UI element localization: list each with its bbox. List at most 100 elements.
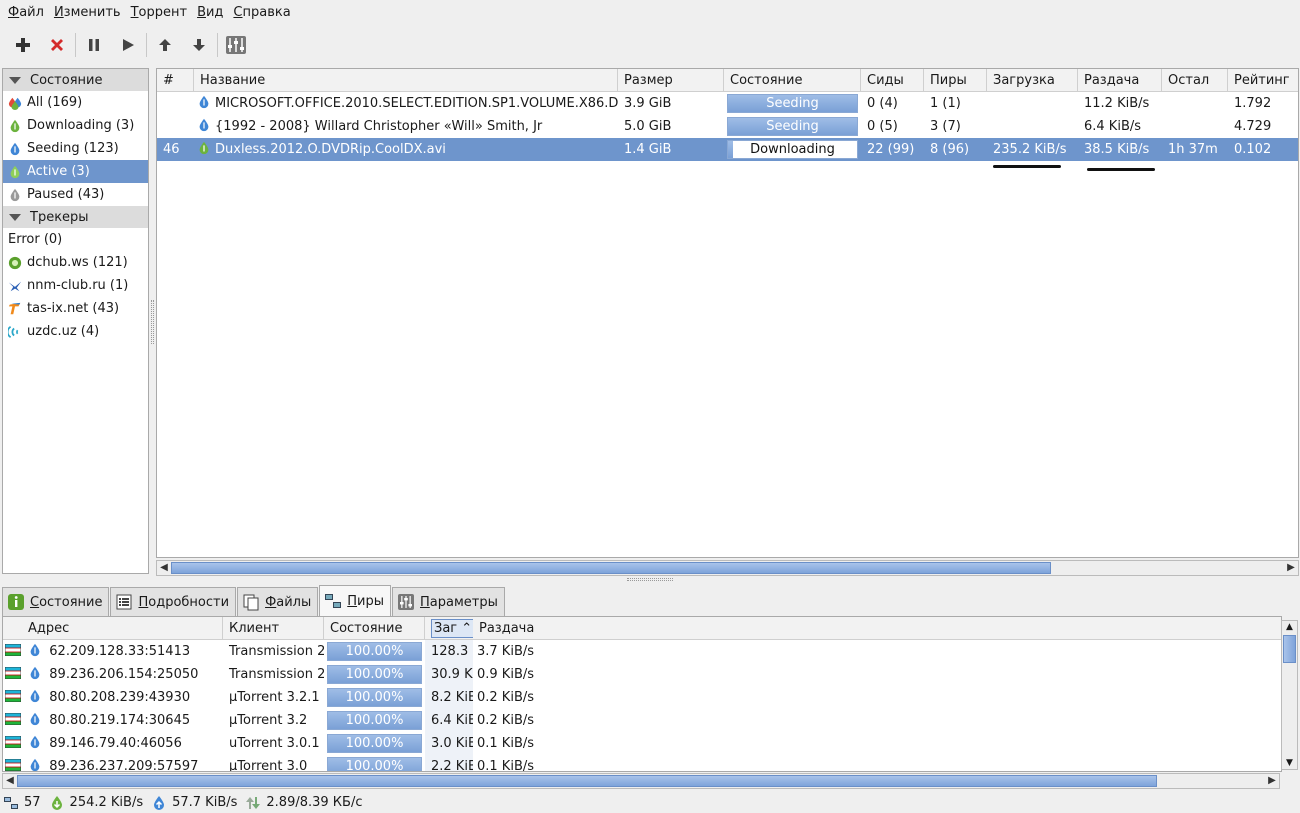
torrent-row[interactable]: {1992 - 2008} Willard Christopher «Will»… <box>157 115 1298 138</box>
column-header-5[interactable]: Пиры <box>924 69 987 92</box>
state-filter-3[interactable]: Active (3) <box>3 160 148 183</box>
state-filter-1[interactable]: Downloading (3) <box>3 114 148 137</box>
tracker-filter-1[interactable]: dchub.ws (121) <box>3 251 148 274</box>
menu-item-1[interactable]: Изменить <box>49 5 126 20</box>
peers-list: Адрес Клиент Состояние Заг ⌃ Раздача 62.209.… <box>2 616 1282 772</box>
column-header-9[interactable]: Рейтинг <box>1228 69 1298 92</box>
seeding-icon <box>197 117 211 132</box>
menu-mnemonic: Т <box>130 5 139 20</box>
peers-vscrollbar[interactable]: ▲ ▼ <box>1281 620 1298 770</box>
queue-down-button[interactable] <box>182 29 216 61</box>
tab-0[interactable]: Состояние <box>2 587 110 616</box>
torrent-download-speed: 235.2 KiB/s <box>993 142 1067 157</box>
resume-button[interactable] <box>111 29 145 61</box>
scroll-right-icon[interactable]: ▶ <box>1265 774 1279 788</box>
peer-row[interactable]: 89.146.79.40:46056 uTorrent 3.0.1 100.00% 3… <box>3 732 1281 755</box>
peer-progress-text: 100.00% <box>345 713 404 728</box>
scroll-left-icon[interactable]: ◀ <box>157 561 171 575</box>
tracker-filter-0[interactable]: Error (0) <box>3 228 148 251</box>
column-header-0[interactable]: # <box>157 69 194 92</box>
tracker-filter-3[interactable]: tas-ix.net (43) <box>3 297 148 320</box>
column-header-7[interactable]: Раздача <box>1078 69 1162 92</box>
column-header-8[interactable]: Остал <box>1162 69 1228 92</box>
preferences-button[interactable] <box>219 29 253 61</box>
tab-label-rest: остояние <box>39 594 103 610</box>
scrollbar-thumb[interactable] <box>171 562 1051 574</box>
menu-item-4[interactable]: Справка <box>228 5 295 20</box>
arrow-down-icon <box>193 39 205 51</box>
torrent-list-hscrollbar[interactable]: ◀ ▶ <box>156 560 1299 576</box>
state-filter-4[interactable]: Paused (43) <box>3 183 148 206</box>
scroll-left-icon[interactable]: ◀ <box>3 774 17 788</box>
remove-torrent-button[interactable] <box>40 29 74 61</box>
tab-4[interactable]: Параметры <box>392 587 505 616</box>
peer-column-header-3[interactable]: Заг ⌃ <box>425 617 473 640</box>
status-protocol-traffic[interactable]: 2.89/8.39 КБ/с <box>245 795 362 811</box>
torrent-row[interactable]: MICROSOFT.OFFICE.2010.SELECT.EDITION.SP1… <box>157 92 1298 115</box>
torrent-progress-bar: Downloading 4.17% <box>727 140 858 159</box>
upload-speed-icon <box>154 795 165 810</box>
peer-row[interactable]: 89.236.206.154:25050 Transmission 2 100.00… <box>3 663 1281 686</box>
active-icon <box>8 165 22 179</box>
scroll-down-icon[interactable]: ▼ <box>1282 757 1297 769</box>
tracker-filter-2[interactable]: nnm-club.ru (1) <box>3 274 148 297</box>
peer-row[interactable]: 80.80.219.174:30645 µTorrent 3.2 100.00% 6.… <box>3 709 1281 732</box>
tracker-filter-4[interactable]: uzdc.uz (4) <box>3 320 148 343</box>
torrent-name: {1992 - 2008} Willard Christopher «Will»… <box>215 119 543 134</box>
details-tabs: Состояние Подробности Файлы Пиры Параметры <box>2 585 506 616</box>
vertical-splitter-handle[interactable] <box>151 300 154 344</box>
peer-column-header-4[interactable]: Раздача <box>473 617 593 640</box>
peer-row[interactable]: 89.236.237.209:57597 µTorrent 3.0 100.00% 2… <box>3 755 1281 771</box>
scroll-right-icon[interactable]: ▶ <box>1284 561 1298 575</box>
add-torrent-button[interactable] <box>6 29 40 61</box>
peer-column-header-2[interactable]: Состояние <box>324 617 425 640</box>
trackers-section-header[interactable]: Трекеры <box>3 206 148 228</box>
torrent-seeds: 0 (4) <box>867 96 898 111</box>
peer-download-speed: 128.3 k <box>425 640 473 663</box>
peer-row[interactable]: 80.80.208.239:43930 µTorrent 3.2.1 100.00%… <box>3 686 1281 709</box>
peer-row[interactable]: 62.209.128.33:51413 Transmission 2 100.00%… <box>3 640 1281 663</box>
horizontal-splitter-handle[interactable] <box>627 578 673 581</box>
torrent-row[interactable]: 46 Duxless.2012.O.DVDRip.CoolDX.avi 1.4 Gi… <box>157 138 1298 161</box>
uzbekistan-flag-icon <box>4 712 22 726</box>
status-download[interactable]: 254.2 KiB/s <box>49 795 143 811</box>
column-header-6[interactable]: Загрузка <box>987 69 1078 92</box>
tracker-filter-label: Error (0) <box>8 232 63 247</box>
peer-client: uTorrent 3.0.1 <box>229 736 320 751</box>
column-header-1[interactable]: Название <box>194 69 618 92</box>
tab-1[interactable]: Подробности <box>110 587 237 616</box>
queue-up-button[interactable] <box>148 29 182 61</box>
paused-icon <box>8 188 22 202</box>
menu-item-0[interactable]: Файл <box>3 5 49 20</box>
status-connections[interactable]: 57 <box>3 795 41 811</box>
peer-column-header-0[interactable]: Адрес <box>3 617 223 640</box>
scrollbar-thumb[interactable] <box>17 775 1157 787</box>
column-header-2[interactable]: Размер <box>618 69 724 92</box>
menu-item-3[interactable]: Вид <box>192 5 228 20</box>
tab-2[interactable]: Файлы <box>237 587 319 616</box>
column-header-3[interactable]: Состояние <box>724 69 861 92</box>
status-upload[interactable]: 57.7 KiB/s <box>151 795 237 811</box>
state-section-header[interactable]: Состояние <box>3 69 148 91</box>
scroll-up-icon[interactable]: ▲ <box>1282 621 1297 633</box>
scrollbar-thumb[interactable] <box>1283 635 1296 663</box>
peer-address-cell: 80.80.208.239:43930 <box>3 686 223 709</box>
peer-client: Transmission 2 <box>229 667 324 682</box>
torrent-progress-bar: Seeding <box>727 117 858 136</box>
state-filter-0[interactable]: All (169) <box>3 91 148 114</box>
peer-progress-bar: 100.00% <box>327 665 422 684</box>
peers-list-header: Адрес Клиент Состояние Заг ⌃ Раздача <box>3 617 1281 640</box>
torrent-queue-number: 46 <box>163 142 180 157</box>
peers-hscrollbar[interactable]: ◀ ▶ <box>2 773 1280 789</box>
peer-address: 62.209.128.33:51413 <box>49 644 191 659</box>
torrent-upload-speed: 38.5 KiB/s <box>1084 142 1150 157</box>
uzbekistan-flag-icon <box>4 689 22 703</box>
peer-address: 80.80.208.239:43930 <box>49 690 191 705</box>
menu-item-2[interactable]: Торрент <box>126 5 192 20</box>
pause-button[interactable] <box>77 29 111 61</box>
tab-3[interactable]: Пиры <box>319 585 392 616</box>
peer-address: 89.236.206.154:25050 <box>49 667 199 682</box>
peer-column-header-1[interactable]: Клиент <box>223 617 324 640</box>
column-header-4[interactable]: Сиды <box>861 69 924 92</box>
state-filter-2[interactable]: Seeding (123) <box>3 137 148 160</box>
